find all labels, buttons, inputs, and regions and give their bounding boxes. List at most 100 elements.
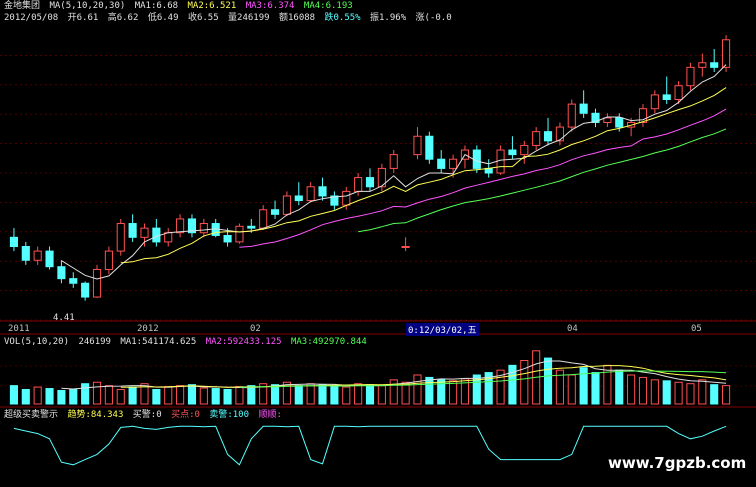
volume-bar	[223, 389, 232, 405]
ma-line	[358, 128, 727, 233]
candle-body	[57, 266, 66, 280]
vol-ma3: MA3:492970.844	[290, 337, 367, 347]
volume-bar	[627, 374, 636, 405]
smooth-value: 顺顺:	[258, 410, 282, 420]
volume-value: 量246199	[228, 13, 270, 23]
ma-params: MA(5,10,20,30)	[49, 1, 126, 11]
axis-label-2011: 2011	[8, 324, 30, 334]
amplitude-value: 振1.96%	[370, 13, 407, 23]
candle-body	[532, 131, 541, 146]
candle-body	[686, 66, 695, 87]
candle-body	[223, 234, 232, 243]
candle-body	[199, 223, 208, 234]
extra-value: 涨(-0.0	[415, 13, 452, 23]
volume-bar	[211, 388, 220, 405]
volume-bar	[591, 372, 600, 405]
volume-bar	[69, 389, 78, 405]
volume-bar	[57, 389, 66, 405]
volume-bar	[21, 389, 30, 405]
price-header: 金地集团 MA(5,10,20,30) MA1:6.68 MA2:6.521 M…	[4, 1, 357, 12]
candle-body	[555, 126, 564, 142]
volume-bar	[698, 379, 707, 405]
volume-bar	[330, 385, 339, 405]
volume-bar	[306, 383, 315, 405]
candle-body	[710, 62, 719, 68]
candle-body	[413, 135, 422, 156]
volume-bar	[128, 386, 137, 405]
candle-body	[496, 149, 505, 174]
candle-body	[259, 209, 268, 229]
volume-bar	[543, 357, 553, 405]
volume-bar	[425, 376, 434, 405]
change-value: 跌0.55%	[324, 13, 361, 23]
ma1-value: MA1:6.68	[134, 1, 179, 11]
candle-body	[579, 103, 588, 114]
candle-body	[365, 177, 375, 188]
quote-date: 2012/05/08	[4, 13, 59, 23]
volume-bar	[449, 380, 458, 405]
volume-bar	[603, 364, 612, 405]
volume-bar	[674, 381, 683, 405]
volume-bar	[45, 388, 54, 405]
volume-bar	[318, 384, 327, 405]
candle-body	[520, 144, 529, 156]
ma2-value: MA2:6.521	[187, 1, 237, 11]
candle-body	[152, 227, 161, 243]
volume-bar	[650, 379, 659, 405]
buy-alert-value: 买警:0	[132, 410, 162, 420]
candle-body	[650, 94, 659, 110]
candle-body	[92, 268, 102, 298]
volume-bar	[116, 389, 125, 405]
volume-bar	[187, 384, 197, 405]
volume-bar	[152, 389, 161, 405]
volume-bar	[567, 374, 576, 405]
candle-body	[270, 209, 280, 215]
close-value: 收6.55	[187, 13, 219, 23]
volume-bar	[389, 379, 398, 405]
volume-header: VOL(5,10,20) 246199 MA1:541174.625 MA2:5…	[4, 337, 371, 348]
volume-bar	[638, 376, 648, 405]
cursor-date-label: 0:12/03/02,五	[406, 323, 479, 336]
candle-body	[401, 246, 410, 248]
vol-value: 246199	[78, 337, 111, 347]
candle-body	[9, 236, 18, 247]
indicator-header: 超级买卖警示 趋势:84.343 买警:0 买点:0 卖警:100 顺顺:	[4, 410, 286, 421]
candle-body	[543, 131, 553, 142]
watermark: www.7gpzb.com	[608, 454, 747, 472]
candle-body	[164, 232, 173, 243]
volume-bar	[354, 383, 363, 405]
volume-bar	[104, 385, 113, 405]
candle-body	[567, 103, 576, 128]
axis-label-2012: 2012	[137, 324, 159, 334]
ohlc-header: 2012/05/08 开6.61 高6.62 低6.49 收6.55 量2461…	[4, 13, 456, 24]
high-value: 高6.62	[107, 13, 139, 23]
candle-body	[21, 246, 30, 261]
vol-params: VOL(5,10,20)	[4, 337, 70, 347]
candle-body	[294, 195, 303, 202]
trend-value: 趋势:84.343	[67, 410, 124, 420]
candle-body	[235, 225, 244, 243]
candle-body	[116, 223, 125, 252]
volume-bar	[365, 384, 375, 405]
candle-body	[81, 282, 90, 298]
candle-body	[615, 117, 624, 128]
volume-bar	[81, 383, 90, 405]
candle-body	[33, 250, 42, 261]
volume-bar	[176, 385, 185, 405]
volume-bar	[686, 383, 695, 405]
volume-bar	[235, 386, 244, 405]
volume-bar	[247, 385, 256, 405]
candle-body	[603, 117, 612, 123]
volume-bar	[9, 385, 18, 405]
open-value: 开6.61	[67, 13, 99, 23]
candle-body	[389, 154, 398, 169]
volume-bar	[377, 385, 386, 405]
candle-body	[437, 158, 446, 169]
candle-body	[176, 218, 185, 234]
volume-bar	[615, 369, 624, 405]
stock-name: 金地集团	[4, 1, 41, 11]
candle-body	[247, 225, 256, 229]
candle-body	[69, 278, 78, 284]
candle-body	[306, 186, 315, 202]
axis-label-04: 04	[567, 324, 578, 334]
